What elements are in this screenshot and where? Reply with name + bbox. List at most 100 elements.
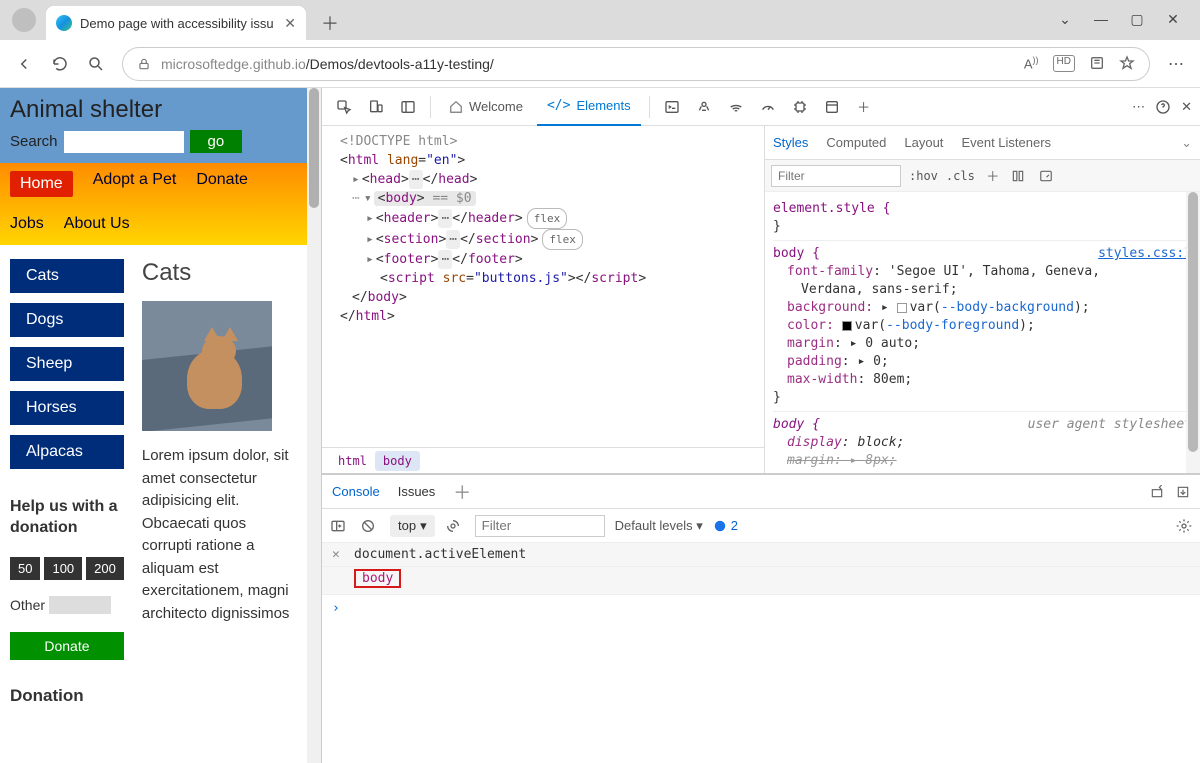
styles-overflow-icon[interactable]: ⌄ — [1181, 135, 1192, 151]
side-nav: Cats Dogs Sheep Horses Alpacas Help us w… — [10, 259, 124, 706]
amount-50[interactable]: 50 — [10, 557, 40, 580]
dom-head[interactable]: ▸<head>⋯</head> — [340, 170, 754, 189]
refresh-button[interactable] — [50, 54, 70, 74]
nav-about[interactable]: About Us — [64, 215, 130, 233]
new-style-icon[interactable]: ＋ — [983, 166, 1003, 185]
styles-scrollbar[interactable] — [1186, 192, 1200, 473]
devtools-more-icon[interactable]: ⋯ — [1132, 99, 1145, 115]
sources-tab-icon[interactable] — [690, 93, 718, 121]
issues-link[interactable]: 2 — [713, 518, 738, 533]
clear-console-icon[interactable] — [360, 518, 380, 534]
address-bar[interactable]: microsoftedge.github.io/Demos/devtools-a… — [122, 47, 1150, 81]
application-tab-icon[interactable] — [818, 93, 846, 121]
memory-tab-icon[interactable] — [786, 93, 814, 121]
back-button[interactable] — [14, 54, 34, 74]
nav-adopt[interactable]: Adopt a Pet — [93, 171, 177, 197]
inspect-icon[interactable] — [330, 93, 358, 121]
dom-tree[interactable]: <!DOCTYPE html> <html lang="en"> ▸<head>… — [322, 126, 764, 447]
dom-body-close[interactable]: </body> — [340, 288, 754, 307]
network-tab-icon[interactable] — [722, 93, 750, 121]
amount-200[interactable]: 200 — [86, 557, 124, 580]
log-levels[interactable]: Default levels ▾ — [615, 518, 703, 534]
toggle-computed-icon[interactable] — [1039, 169, 1059, 183]
sidenav-alpacas[interactable]: Alpacas — [10, 435, 124, 469]
tab-title: Demo page with accessibility issu — [80, 16, 274, 31]
console-settings-icon[interactable] — [1176, 518, 1192, 534]
dom-footer[interactable]: ▸<footer>⋯</footer> — [340, 250, 754, 269]
styles-tab-styles[interactable]: Styles — [773, 135, 808, 150]
sidebar-toggle-icon[interactable] — [330, 518, 350, 534]
dom-html[interactable]: <html lang="en"> — [340, 151, 754, 170]
nav-jobs[interactable]: Jobs — [10, 215, 44, 233]
window-controls: ⌄ — ▢ ✕ — [1058, 11, 1192, 40]
more-tabs-icon[interactable]: ＋ — [850, 93, 878, 121]
console-expression-row[interactable]: ✕ document.activeElement — [322, 543, 1200, 567]
other-amount-input[interactable] — [49, 596, 111, 614]
context-selector[interactable]: top ▾ — [390, 515, 435, 537]
crumb-html[interactable]: html — [330, 451, 375, 471]
drawer-tab-issues[interactable]: Issues — [398, 484, 436, 499]
device-toggle-icon[interactable] — [362, 93, 390, 121]
hov-toggle[interactable]: :hov — [909, 169, 938, 183]
lorem-text: Lorem ipsum dolor, sit amet consectetur … — [142, 445, 297, 625]
dom-html-close[interactable]: </html> — [340, 307, 754, 326]
amount-100[interactable]: 100 — [44, 557, 82, 580]
donate-button[interactable]: Donate — [10, 632, 124, 660]
nav-donate[interactable]: Donate — [196, 171, 248, 197]
sidenav-cats[interactable]: Cats — [10, 259, 124, 293]
styles-tab-listeners[interactable]: Event Listeners — [961, 135, 1051, 150]
browser-tab[interactable]: Demo page with accessibility issu ✕ — [46, 6, 306, 40]
console-tab-icon[interactable] — [658, 93, 686, 121]
stylesheet-link[interactable]: styles.css:1 — [1098, 245, 1192, 263]
performance-tab-icon[interactable] — [754, 93, 782, 121]
cls-toggle[interactable]: .cls — [946, 169, 975, 183]
nav-home[interactable]: Home — [10, 171, 73, 197]
search-icon[interactable] — [86, 54, 106, 74]
reader-icon[interactable] — [1089, 55, 1105, 71]
drawer-add-tab[interactable]: ＋ — [453, 479, 471, 505]
tab-elements[interactable]: </> Elements — [537, 88, 641, 126]
dom-section[interactable]: ▸<section>⋯</section>flex — [340, 229, 754, 250]
panel-layout-icon[interactable] — [394, 93, 422, 121]
maximize-icon[interactable]: ▢ — [1130, 11, 1144, 28]
profile-avatar[interactable] — [12, 8, 36, 32]
devtools-close-icon[interactable]: ✕ — [1181, 99, 1192, 115]
chevron-down-icon[interactable]: ⌄ — [1058, 11, 1072, 28]
styles-tab-layout[interactable]: Layout — [904, 135, 943, 150]
dom-header[interactable]: ▸<header>⋯</header>flex — [340, 208, 754, 229]
favorite-icon[interactable] — [1119, 55, 1135, 71]
sidenav-dogs[interactable]: Dogs — [10, 303, 124, 337]
page-scrollbar[interactable] — [307, 88, 321, 763]
drawer-tab-console[interactable]: Console — [332, 484, 380, 499]
live-expression-icon[interactable] — [445, 518, 465, 534]
sidenav-sheep[interactable]: Sheep — [10, 347, 124, 381]
new-tab-button[interactable]: ＋ — [316, 9, 344, 37]
dom-doctype[interactable]: <!DOCTYPE html> — [340, 132, 754, 151]
dom-body-selected[interactable]: ⋯▾<body> == $0 — [340, 189, 754, 208]
go-button[interactable]: go — [190, 130, 243, 153]
dock-drawer-icon[interactable] — [1176, 485, 1190, 499]
remove-expr-icon[interactable]: ✕ — [332, 547, 344, 562]
console-output[interactable]: ✕ document.activeElement body › — [322, 543, 1200, 763]
console-result-row[interactable]: body — [322, 567, 1200, 595]
flex-editor-icon[interactable] — [1011, 169, 1031, 183]
help-icon[interactable] — [1155, 99, 1171, 115]
read-aloud-icon[interactable]: A)) — [1024, 55, 1039, 71]
console-prompt[interactable]: › — [322, 595, 1200, 622]
minimize-icon[interactable]: — — [1094, 11, 1108, 28]
main-nav: Home Adopt a Pet Donate Jobs About Us — [0, 163, 307, 245]
tab-welcome[interactable]: Welcome — [439, 88, 533, 126]
styles-filter-input[interactable] — [771, 165, 901, 187]
hd-icon[interactable]: HD — [1053, 55, 1075, 71]
crumb-body[interactable]: body — [375, 451, 420, 471]
expand-drawer-icon[interactable] — [1150, 485, 1164, 499]
app-menu-icon[interactable]: ⋯ — [1166, 54, 1186, 74]
sidenav-horses[interactable]: Horses — [10, 391, 124, 425]
tab-close-icon[interactable]: ✕ — [284, 15, 296, 32]
css-rules[interactable]: element.style { } body {styles.css:1 fon… — [765, 192, 1200, 473]
dom-script[interactable]: <script src="buttons.js"></script> — [340, 269, 754, 288]
styles-tab-computed[interactable]: Computed — [826, 135, 886, 150]
search-input[interactable] — [64, 131, 184, 153]
console-filter-input[interactable] — [475, 515, 605, 537]
close-window-icon[interactable]: ✕ — [1166, 11, 1180, 28]
